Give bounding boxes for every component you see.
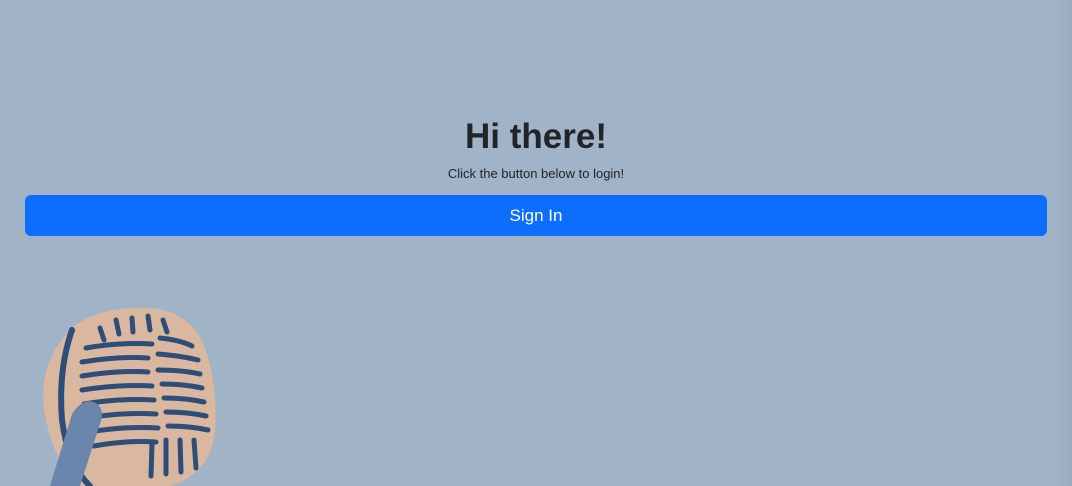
right-edge-shade: [1050, 0, 1072, 486]
page-title: Hi there!: [465, 117, 607, 156]
login-instructions: Click the button below to login!: [447, 166, 625, 181]
sign-in-button[interactable]: Sign In: [25, 195, 1047, 236]
login-card: Hi there! Click the button below to logi…: [25, 112, 1047, 236]
microphone-icon: [43, 307, 216, 486]
